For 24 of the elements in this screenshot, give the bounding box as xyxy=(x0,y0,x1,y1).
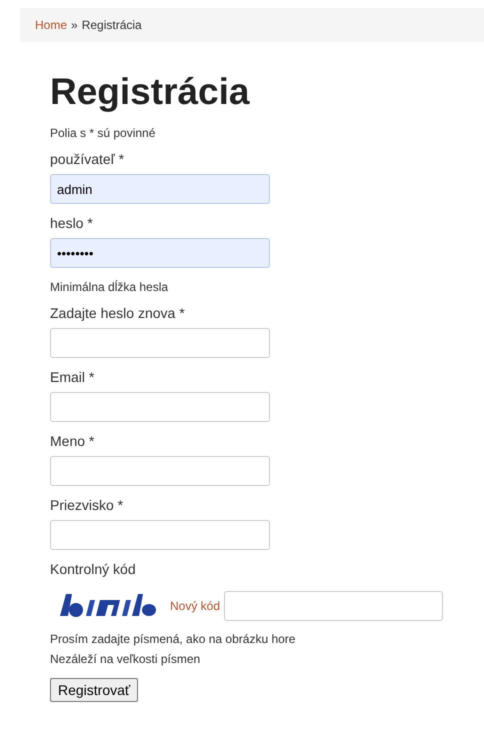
new-code-link[interactable]: Nový kód xyxy=(170,599,220,613)
field-label: Email * xyxy=(50,368,96,386)
field-label: Zadajte heslo znova * xyxy=(50,304,186,322)
breadcrumb-current: Registrácia xyxy=(82,18,142,32)
field-label: Priezvisko * xyxy=(50,496,124,514)
help-text: Nezáleží na veľkosti písmen xyxy=(50,652,202,666)
field-label: heslo * xyxy=(50,214,94,232)
input-field[interactable] xyxy=(50,520,270,550)
breadcrumb-separator: » xyxy=(71,18,78,32)
help-text: Prosím zadajte písmená, ako na obrázku hore xyxy=(50,632,296,646)
register-button[interactable]: Registrovať xyxy=(50,678,138,702)
input-field[interactable] xyxy=(50,456,270,486)
field-hint: Minimálna dĺžka hesla xyxy=(50,280,170,294)
field-label: Kontrolný kód xyxy=(50,560,137,578)
page-title: Registrácia xyxy=(50,70,251,114)
input-field[interactable] xyxy=(50,328,270,358)
home-link[interactable]: Home xyxy=(35,18,68,32)
input-field[interactable]: admin xyxy=(50,174,270,204)
input-field[interactable] xyxy=(224,591,444,621)
input-field[interactable] xyxy=(50,392,270,422)
input-field[interactable]: •••••••• xyxy=(50,238,270,268)
required-note: Polia s * sú povinné xyxy=(50,126,156,140)
field-label: Meno * xyxy=(50,432,96,450)
field-label: používateľ * xyxy=(50,150,126,168)
